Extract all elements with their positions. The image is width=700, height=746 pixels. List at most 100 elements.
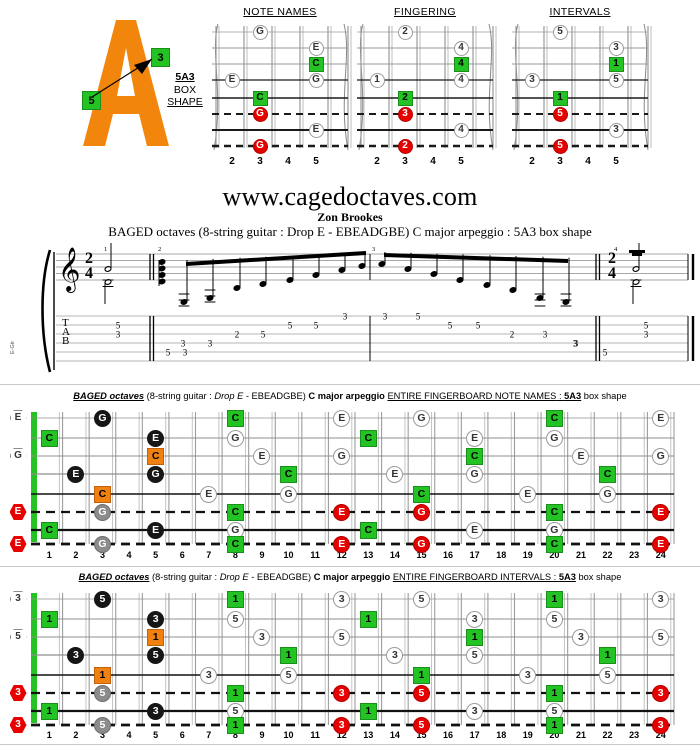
site-title: www.cagedoctaves.com (222, 182, 478, 211)
fret-marker-5: 5 (652, 628, 670, 646)
fret-number: 10 (283, 550, 294, 560)
caption-tuning-italic: Drop E (214, 391, 244, 401)
caption-arpeggio-rest: major arpeggio (315, 391, 385, 401)
fret-number: 4 (126, 730, 132, 740)
caption-shape-rest: box shape (575, 572, 622, 582)
fret-marker-C: C (545, 503, 563, 521)
fret-marker-C: C (599, 465, 617, 483)
fret-marker-G: G (412, 535, 430, 553)
fret-number: 7 (206, 730, 212, 740)
fret-number: 11 (310, 730, 320, 740)
fret-marker-E: E (466, 429, 484, 447)
fret-marker-G: G (412, 409, 430, 427)
fret-marker-1: 1 (545, 716, 563, 734)
fret-marker-1: 1 (359, 610, 377, 628)
fret-marker-3: 3 (386, 646, 404, 664)
measure-number: 1 (104, 246, 107, 253)
tab-fret-number: 5 (166, 347, 171, 357)
mini-fret-number: 5 (313, 156, 319, 167)
fret-marker-3: 3 (608, 122, 624, 138)
fret-number: 1 (46, 730, 52, 740)
fret-number: 18 (496, 730, 507, 740)
fret-marker-C: C (40, 521, 58, 539)
tab-fret-number: 3 (183, 347, 188, 357)
fretboard-intervals-caption: BAGED octaves (8-string guitar : Drop E … (0, 572, 700, 582)
fret-number: 6 (179, 550, 185, 560)
fret-marker-3: 3 (333, 684, 351, 702)
mini-fret-number: 2 (374, 156, 380, 167)
fret-marker-C: C (359, 521, 377, 539)
fret-marker-5: 5 (93, 684, 111, 702)
mini-fretboard: 244142342 (353, 22, 497, 154)
mini-fret-number: 2 (229, 156, 235, 167)
fret-number: 5 (153, 730, 159, 740)
fret-marker-C: C (359, 429, 377, 447)
measure-number: 4 (614, 246, 618, 253)
fret-number: 9 (259, 730, 265, 740)
fret-marker-G: G (93, 409, 111, 427)
fret-marker-E: E (67, 465, 85, 483)
fret-marker-1: 1 (608, 56, 624, 72)
fret-marker-C: C (226, 535, 244, 553)
fret-marker-G: G (545, 429, 563, 447)
measure-number: 3 (372, 246, 375, 253)
fret-marker-E: E (333, 409, 351, 427)
fret-number: 4 (126, 550, 132, 560)
fret-marker-E: E (572, 447, 590, 465)
fret-marker-C: C (308, 56, 324, 72)
fret-marker-E: E (652, 503, 670, 521)
caption-paren: (8-string guitar : (146, 391, 215, 401)
fret-number: 18 (496, 550, 507, 560)
fret-marker-3: 3 (253, 628, 271, 646)
fret-marker-1: 1 (93, 666, 111, 684)
fret-marker-E: E (386, 465, 404, 483)
caption-colon: : (551, 572, 559, 582)
tab-fret-number: 5 (448, 320, 453, 330)
fret-marker-E: E (652, 535, 670, 553)
fret-marker-3: 3 (200, 666, 218, 684)
fret-marker-3: 3 (147, 610, 165, 628)
fret-number: 7 (206, 550, 212, 560)
mini-diagram-note-names: NOTE NAMES GECEGCGEG 2345 (200, 6, 360, 176)
tab-fret-number: 2 (235, 329, 240, 339)
fret-marker-E: E (224, 72, 240, 88)
fret-number: 14 (389, 730, 400, 740)
tab-fret-number: 3 (116, 329, 121, 339)
fret-marker-5: 5 (226, 610, 244, 628)
fret-marker-E: E (333, 535, 351, 553)
tab-fret-number: 3 (574, 338, 579, 348)
tab-fret-number: 2 (510, 329, 515, 339)
mini-fret-number: 5 (458, 156, 464, 167)
fret-marker-C: C (466, 447, 484, 465)
mini-diagram-fingering: FINGERING 244142342 2345 (345, 6, 505, 176)
mini-fret-number: 4 (430, 156, 436, 167)
tab-fret-number: 3 (208, 338, 213, 348)
fret-number: 22 (602, 730, 613, 740)
fret-marker-1: 1 (545, 684, 563, 702)
fret-marker-G: G (652, 447, 670, 465)
fret-marker-C: C (280, 465, 298, 483)
fret-marker-1: 1 (226, 716, 244, 734)
mini-fret-number-row: 2 3 4 5 (208, 156, 352, 170)
fret-marker-5: 5 (93, 590, 111, 608)
fret-marker-3: 3 (652, 716, 670, 734)
fret-marker-5: 5 (412, 684, 430, 702)
fret-marker-G: G (412, 503, 430, 521)
mini-fretboard: GECEGCGEG (208, 22, 352, 154)
fret-marker-5: 5 (545, 610, 563, 628)
caption-scope: ENTIRE FINGERBOARD NOTE NAMES (387, 391, 557, 401)
fret-marker-G: G (308, 72, 324, 88)
fret-marker-5: 5 (147, 646, 165, 664)
fret-marker-1: 1 (369, 72, 385, 88)
fret-marker-1: 1 (412, 666, 430, 684)
mini-fret-number-row: 2 3 4 5 (353, 156, 497, 170)
caption-colon: : (556, 391, 565, 401)
mini-diagram-title: NOTE NAMES (243, 6, 317, 18)
fret-marker-1: 1 (226, 684, 244, 702)
fret-marker-C: C (252, 90, 268, 106)
mini-fretboard: 531351535 (508, 22, 652, 154)
fret-marker-1: 1 (599, 646, 617, 664)
fret-marker-E: E (147, 429, 165, 447)
fret-marker-E: E (652, 409, 670, 427)
fret-marker-E: E (147, 521, 165, 539)
